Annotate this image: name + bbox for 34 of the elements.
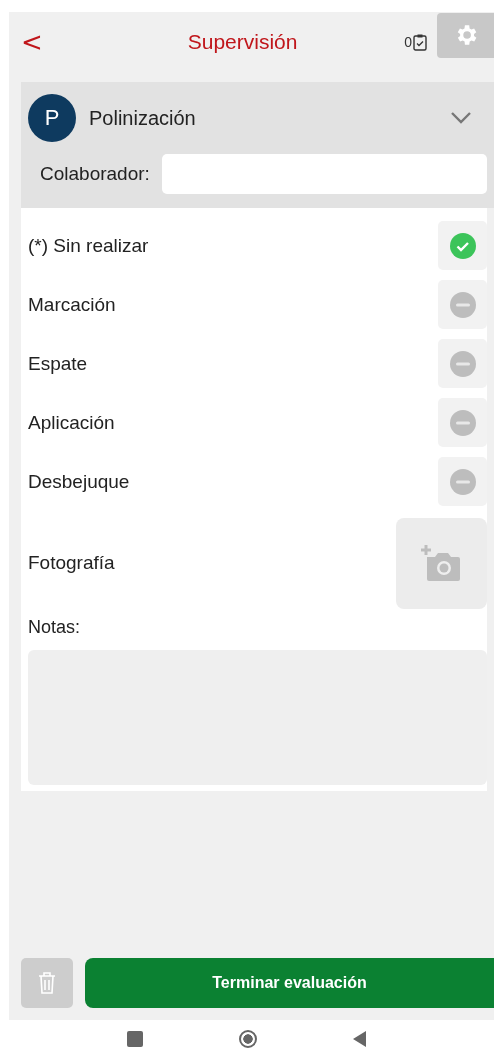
- status-toggle[interactable]: [438, 398, 487, 447]
- status-toggle[interactable]: [438, 221, 487, 270]
- task-label: Aplicación: [28, 411, 115, 434]
- section-title: Polinización: [89, 106, 197, 130]
- task-label: Desbejuque: [28, 470, 130, 493]
- status-toggle[interactable]: [438, 457, 487, 506]
- screen-title: Supervisión: [186, 30, 299, 54]
- task-label: Espate: [28, 352, 88, 375]
- minus-icon: [449, 291, 476, 318]
- add-photo-button[interactable]: [396, 517, 487, 609]
- status-toggle[interactable]: [438, 280, 487, 329]
- task-label: (*) Sin realizar: [28, 234, 149, 257]
- settings-button[interactable]: [437, 12, 494, 58]
- chevron-icon[interactable]: [449, 111, 473, 125]
- status-toggle[interactable]: [438, 339, 487, 388]
- photo-label: Fotografía: [28, 552, 115, 574]
- check-icon: [449, 232, 476, 259]
- minus-icon: [449, 350, 476, 377]
- pending-count: 0: [404, 34, 412, 50]
- finish-button[interactable]: Terminar evaluación: [85, 958, 494, 1008]
- back-button[interactable]: <: [21, 27, 41, 57]
- minus-icon: [449, 468, 476, 495]
- collaborator-field[interactable]: [161, 154, 487, 194]
- back-icon[interactable]: [353, 1030, 367, 1047]
- minus-icon: [449, 409, 476, 436]
- collaborator-label: Colaborador:: [40, 163, 150, 185]
- clipboard-check-icon: [413, 33, 427, 51]
- avatar: P: [28, 94, 76, 142]
- home-icon[interactable]: [239, 1029, 257, 1048]
- recents-icon[interactable]: [127, 1030, 143, 1047]
- delete-button[interactable]: [21, 958, 73, 1008]
- trash-icon: [37, 971, 57, 995]
- notes-label: Notas:: [28, 617, 82, 638]
- task-label: Marcación: [28, 293, 116, 316]
